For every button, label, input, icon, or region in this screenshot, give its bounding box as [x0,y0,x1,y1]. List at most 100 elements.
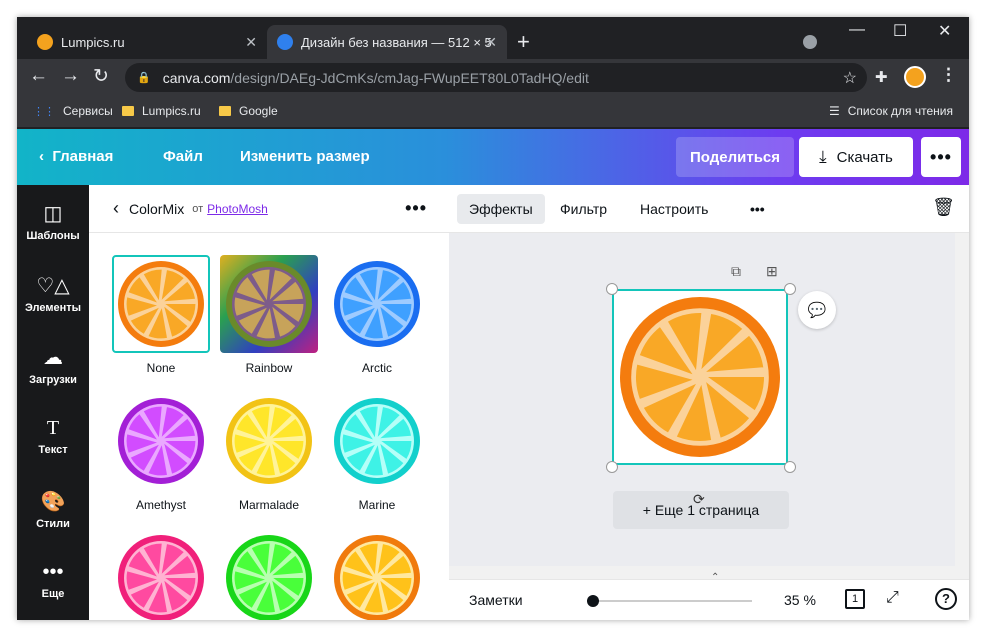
download-button[interactable]: ⤓ Скачать [799,137,913,177]
panel-header: ‹ ColorMix от PhotoMosh ••• [89,185,449,233]
editor-scrollbar[interactable] [955,233,969,579]
more-options-button[interactable]: ••• [921,137,961,177]
file-menu[interactable]: Файл [163,148,203,165]
address-bar[interactable]: 🔒 canva.com/design/DAEg-JdCmKs/cmJag-FWup… [125,63,867,92]
close-tab-icon[interactable]: ✕ [485,34,497,51]
close-tab-icon[interactable]: ✕ [245,34,257,51]
maximize-icon[interactable]: ☐ [893,21,907,41]
palette-icon: 🎨 [40,491,66,513]
help-icon[interactable]: ? [935,588,957,610]
comment-icon[interactable]: 💬 [798,291,836,329]
author-link[interactable]: PhotoMosh [207,202,268,216]
bookmarks-bar: ⋮⋮ Сервисы Lumpics.ru Google ☰ Список для … [17,96,969,127]
effect-thumbnail[interactable] [220,529,318,620]
effect-thumbnail[interactable] [112,255,210,353]
effect-card[interactable]: Marine [328,392,426,512]
effect-thumbnail[interactable] [220,255,318,353]
tab-search-icon[interactable] [803,35,817,49]
back-icon[interactable]: ← [29,65,48,87]
tab-filter[interactable]: Фильтр [548,194,619,224]
orange-slice-icon [226,398,312,484]
orange-slice-icon [334,398,420,484]
rail-text[interactable]: T Текст [17,417,89,456]
resize-button[interactable]: Изменить размер [240,148,370,165]
effect-thumbnail[interactable] [112,529,210,620]
reading-list[interactable]: ☰ Список для чтения [829,104,953,118]
add-page-icon[interactable]: ⊞ [766,263,778,280]
orange-slice-icon [226,261,312,347]
orange-slice-icon [226,535,312,620]
rail-more[interactable]: ••• Еще [17,561,89,600]
bookmark-services[interactable]: ⋮⋮ Сервисы [33,104,113,118]
tab-adjust[interactable]: Настроить [628,194,720,224]
browser-menu-icon[interactable]: ⋮ [940,65,957,85]
fullscreen-icon[interactable]: ⤢ [886,589,899,607]
duplicate-page-icon[interactable]: ⧉ [731,263,741,280]
effect-name: Amethyst [135,498,186,512]
trash-icon[interactable]: 🗑 [932,197,955,218]
effect-thumbnail[interactable] [328,529,426,620]
orange-slice-icon [118,261,204,347]
zoom-slider-knob[interactable] [587,595,599,607]
new-tab-icon[interactable]: + [517,29,530,55]
effect-thumbnail[interactable] [220,392,318,490]
effect-thumbnail[interactable] [328,392,426,490]
editor-toolbar: Эффекты Фильтр Настроить ••• 🗑 [449,185,969,233]
tab-effects[interactable]: Эффекты [457,194,545,224]
lumpics-favicon-icon [37,34,53,50]
text-icon: T [46,417,60,439]
editor-horizontal-scrollbar[interactable] [449,566,955,579]
folder-icon [219,106,231,116]
close-window-icon[interactable]: ✕ [938,21,951,41]
rotate-icon[interactable]: ⟳ [693,491,705,508]
orange-slice-icon [334,535,420,620]
effect-card[interactable] [328,529,426,620]
tab-canva[interactable]: Дизайн без названия — 512 × 5 ✕ [267,25,507,59]
side-rail: ◫ Шаблоны ♡△ Элементы ☁ Загрузки T Текст 🎨 Ст… [17,185,89,620]
effect-thumbnail[interactable] [328,255,426,353]
design-canvas[interactable] [612,289,788,465]
home-link[interactable]: ‹ Главная [39,148,113,165]
forward-icon[interactable]: → [61,65,80,87]
zoom-level[interactable]: 35 % [784,592,816,608]
profile-avatar[interactable] [904,66,926,88]
share-button[interactable]: Поделиться [676,137,794,177]
panel-title: ColorMix [129,200,185,217]
bookmark-google[interactable]: Google [219,104,278,118]
orange-slice-image [620,297,780,457]
bookmark-star-icon[interactable]: ☆ [843,68,857,88]
effect-card[interactable]: Marmalade [220,392,318,512]
page-count[interactable]: 1 [845,589,865,609]
resize-handle[interactable] [606,461,618,473]
back-chevron-icon[interactable]: ‹ [113,198,119,219]
expand-chevron-icon[interactable]: ⌃ [711,572,719,583]
effect-card[interactable]: Arctic [328,255,426,375]
effect-card[interactable]: Amethyst [112,392,210,512]
effect-name: Marmalade [238,498,300,512]
effect-thumbnail[interactable] [112,392,210,490]
rail-elements[interactable]: ♡△ Элементы [17,273,89,314]
rail-templates[interactable]: ◫ Шаблоны [17,201,89,242]
bookmark-lumpics[interactable]: Lumpics.ru [122,104,201,118]
effect-card[interactable] [112,529,210,620]
effects-panel: ‹ ColorMix от PhotoMosh ••• None Rainbow A… [89,185,518,620]
panel-more-icon[interactable]: ••• [405,198,427,219]
zoom-slider[interactable] [592,600,752,602]
effect-name: Arctic [362,361,392,375]
toolbar-more-icon[interactable]: ••• [738,194,777,224]
effect-card[interactable] [220,529,318,620]
rail-uploads[interactable]: ☁ Загрузки [17,345,89,386]
minimize-icon[interactable]: — [849,21,865,39]
url-host: canva.com [162,69,231,86]
effect-card[interactable]: Rainbow [220,255,318,375]
notes-button[interactable]: Заметки [469,592,523,608]
orange-slice-icon [118,398,204,484]
extensions-icon[interactable]: ✚ [875,68,888,86]
effect-card[interactable]: None [112,255,210,375]
tab-lumpics[interactable]: Lumpics.ru ✕ [27,25,267,59]
resize-handle[interactable] [784,283,796,295]
resize-handle[interactable] [784,461,796,473]
resize-handle[interactable] [606,283,618,295]
rail-styles[interactable]: 🎨 Стили [17,489,89,530]
reload-icon[interactable]: ↻ [93,65,109,88]
